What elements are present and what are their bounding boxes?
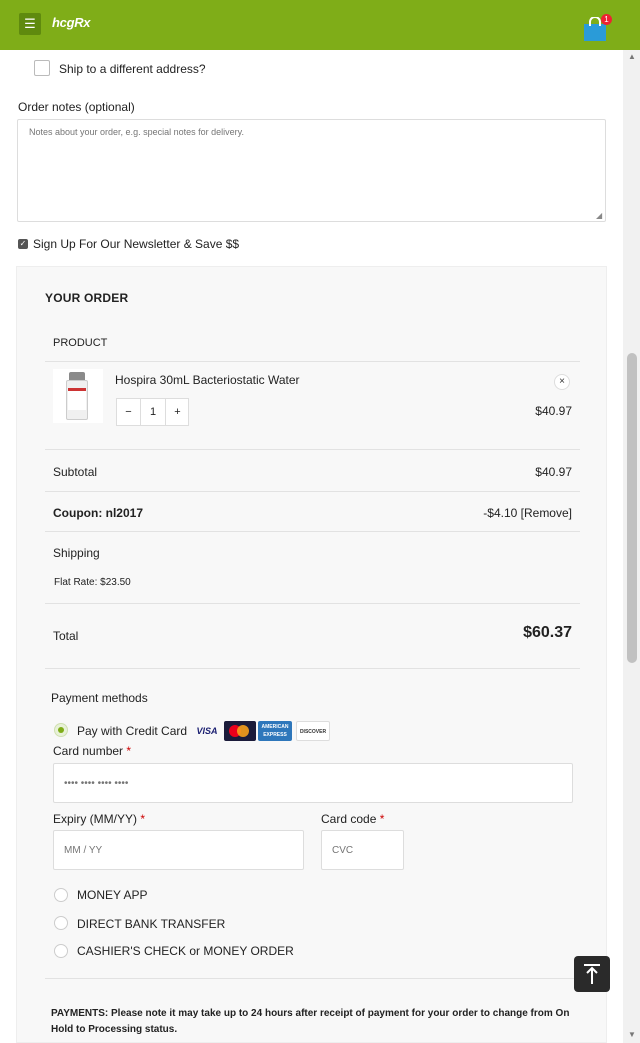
top-bar: ☰ hcgRx 1 <box>0 0 640 50</box>
site-logo[interactable]: hcgRx <box>52 15 91 30</box>
flat-rate-value: Flat Rate: $23.50 <box>54 577 131 588</box>
total-label: Total <box>53 629 79 643</box>
cart-count-badge: 1 <box>601 14 612 25</box>
coupon-remove-link[interactable]: -$4.10 [Remove] <box>440 506 572 520</box>
ship-different-address-label[interactable]: Ship to a different address? <box>59 62 206 76</box>
divider <box>45 491 580 492</box>
back-to-top-button[interactable] <box>574 956 610 992</box>
expiry-label: Expiry (MM/YY) * <box>53 812 146 826</box>
mastercard-logo <box>224 721 256 741</box>
cashiers-check-radio[interactable] <box>54 944 68 958</box>
card-code-label: Card code * <box>321 812 385 826</box>
product-price: $40.97 <box>535 404 572 418</box>
divider <box>45 603 580 604</box>
vial-cap <box>69 372 85 380</box>
product-column-header: PRODUCT <box>53 337 108 349</box>
divider <box>45 668 580 669</box>
money-app-radio[interactable] <box>54 888 68 902</box>
amex-logo: AMERICAN EXPRESS <box>258 721 292 741</box>
bank-transfer-label[interactable]: DIRECT BANK TRANSFER <box>77 917 225 931</box>
newsletter-checkbox[interactable]: ✓ <box>18 239 28 249</box>
bank-transfer-radio[interactable] <box>54 916 68 930</box>
credit-card-label[interactable]: Pay with Credit Card <box>77 724 187 738</box>
resize-grip-icon[interactable]: ◢ <box>596 211 604 220</box>
hamburger-icon[interactable]: ☰ <box>19 13 41 35</box>
newsletter-label[interactable]: Sign Up For Our Newsletter & Save $$ <box>33 237 239 251</box>
order-notes-field[interactable] <box>17 119 606 222</box>
vial-label <box>68 388 86 410</box>
scroll-down-arrow-icon[interactable]: ▼ <box>627 1030 637 1040</box>
order-title: YOUR ORDER <box>45 291 129 305</box>
order-notes-label: Order notes (optional) <box>18 100 135 114</box>
arrow-up-to-line-icon <box>584 964 600 984</box>
divider <box>45 531 580 532</box>
divider <box>45 361 580 362</box>
ship-different-address-checkbox[interactable] <box>34 60 50 76</box>
subtotal-value: $40.97 <box>535 465 572 479</box>
discover-logo: DISCOVER <box>296 721 330 741</box>
scrollbar-thumb[interactable] <box>627 353 637 663</box>
payments-notice: PAYMENTS: Please note it may take up to … <box>51 1008 570 1035</box>
total-value: $60.37 <box>523 624 572 641</box>
shipping-label: Shipping <box>53 546 100 560</box>
product-name[interactable]: Hospira 30mL Bacteriostatic Water <box>115 373 300 387</box>
coupon-label: Coupon: nl2017 <box>53 506 144 520</box>
credit-card-radio[interactable] <box>54 723 68 737</box>
card-number-label: Card number * <box>53 744 132 758</box>
expiry-input[interactable] <box>53 830 304 870</box>
remove-item-button[interactable]: × <box>554 374 570 390</box>
scroll-up-arrow-icon[interactable]: ▲ <box>627 52 637 62</box>
visa-logo: VISA <box>196 726 218 736</box>
subtotal-label: Subtotal <box>53 465 98 479</box>
card-number-input[interactable] <box>53 763 573 803</box>
money-app-label[interactable]: MONEY APP <box>77 888 147 902</box>
qty-decrease-button[interactable]: − <box>117 399 141 425</box>
qty-value[interactable]: 1 <box>141 399 165 425</box>
card-code-input[interactable] <box>321 830 404 870</box>
payment-methods-title: Payment methods <box>51 691 148 705</box>
quantity-stepper[interactable]: − 1 + <box>116 398 189 426</box>
divider <box>45 449 580 450</box>
cashiers-check-label[interactable]: CASHIER'S CHECK or MONEY ORDER <box>77 944 294 958</box>
qty-increase-button[interactable]: + <box>165 399 189 425</box>
divider <box>45 978 580 979</box>
